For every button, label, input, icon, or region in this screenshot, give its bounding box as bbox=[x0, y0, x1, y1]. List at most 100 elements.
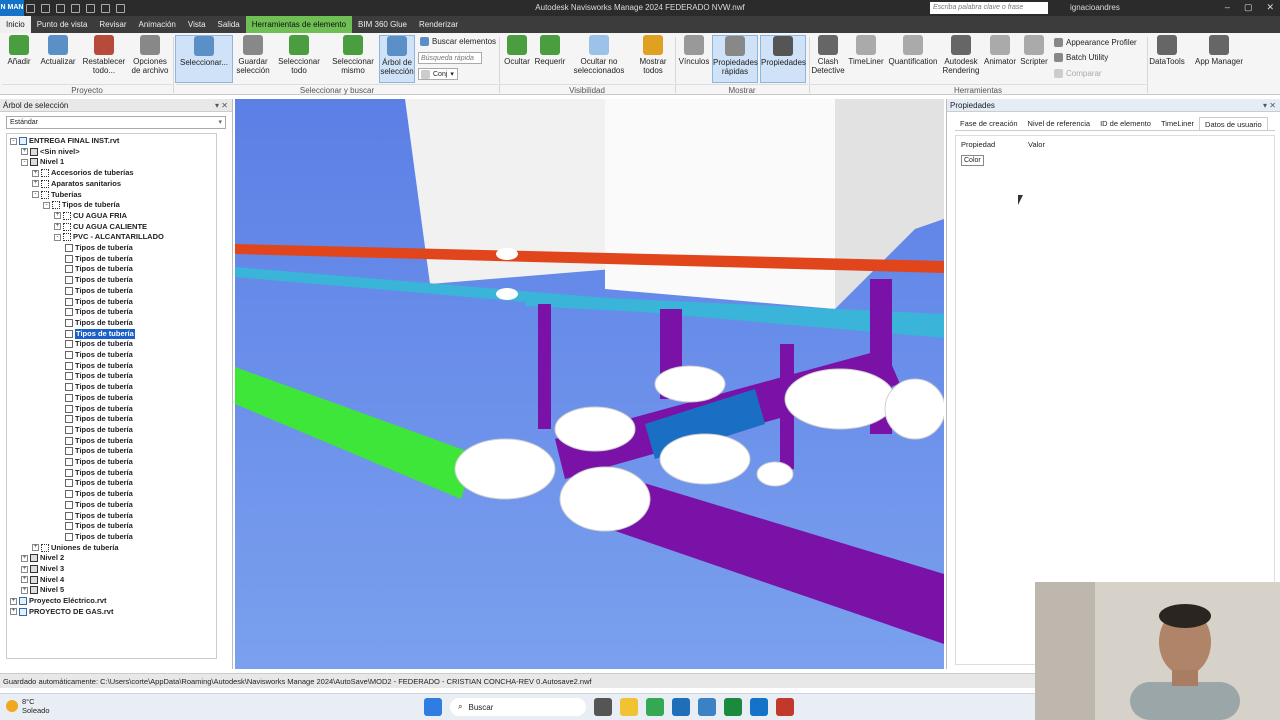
app-icon[interactable] bbox=[698, 698, 716, 716]
tree-item[interactable]: Tipos de tubería bbox=[65, 254, 133, 264]
tree-item[interactable]: Tipos de tubería bbox=[65, 307, 133, 317]
tree-mode-dropdown[interactable]: Estándar bbox=[6, 116, 226, 129]
tree-item[interactable]: + Accesorios de tuberías bbox=[32, 168, 134, 178]
tree-item[interactable]: Tipos de tubería bbox=[65, 500, 133, 510]
expand-icon[interactable]: + bbox=[32, 180, 39, 188]
expand-icon[interactable]: + bbox=[10, 608, 17, 616]
tree-item[interactable]: Tipos de tubería bbox=[65, 318, 133, 328]
close-icon[interactable]: ✕ bbox=[1266, 2, 1274, 13]
tree-item[interactable]: Tipos de tubería bbox=[65, 339, 133, 349]
datatools-button[interactable]: DataTools bbox=[1148, 35, 1186, 66]
tree-item[interactable]: Tipos de tubería bbox=[65, 361, 133, 371]
tab-nivel-de-referencia[interactable]: Nivel de referencia bbox=[1023, 117, 1096, 130]
links-button[interactable]: Vínculos bbox=[678, 35, 710, 66]
tree-item[interactable]: Tipos de tubería bbox=[65, 328, 135, 339]
tab-revisar[interactable]: Revisar bbox=[93, 16, 132, 33]
tree-item[interactable]: Tipos de tubería bbox=[65, 297, 133, 307]
tab-datos-de-usuario[interactable]: Datos de usuario bbox=[1199, 117, 1268, 130]
minimize-icon[interactable]: – bbox=[1225, 2, 1230, 13]
excel-icon[interactable] bbox=[724, 698, 742, 716]
selection-tree[interactable]: - ENTREGA FINAL INST.rvt + <Sin nivel> - Nive… bbox=[6, 133, 217, 659]
expand-icon[interactable]: + bbox=[54, 212, 61, 220]
tree-item[interactable]: Tipos de tubería bbox=[65, 532, 133, 542]
tree-item[interactable]: - Nivel 1 bbox=[21, 157, 64, 167]
tree-item[interactable]: + CU AGUA FRIA bbox=[54, 211, 127, 221]
tab-salida[interactable]: Salida bbox=[212, 16, 246, 33]
tree-item[interactable]: + <Sin nivel> bbox=[21, 147, 80, 157]
autodesk-rendering-button[interactable]: Autodesk Rendering bbox=[942, 35, 980, 75]
tree-item[interactable]: Tipos de tubería bbox=[65, 264, 133, 274]
tab-id-de-elemento[interactable]: ID de elemento bbox=[1095, 117, 1156, 130]
expand-icon[interactable]: + bbox=[54, 223, 61, 231]
add-button[interactable]: Añadir bbox=[4, 35, 34, 66]
tree-item[interactable]: + Nivel 3 bbox=[21, 564, 64, 574]
animator-button[interactable]: Animator bbox=[982, 35, 1018, 66]
tab-timeliner[interactable]: TimeLiner bbox=[1156, 117, 1199, 130]
tree-item[interactable]: - ENTREGA FINAL INST.rvt bbox=[10, 136, 119, 146]
tree-item[interactable]: Tipos de tubería bbox=[65, 511, 133, 521]
expand-icon[interactable]: + bbox=[21, 576, 28, 584]
show-all-button[interactable]: Mostrar todos bbox=[636, 35, 670, 75]
selection-tree-button[interactable]: Árbol de selección bbox=[379, 35, 415, 83]
tab-animacion[interactable]: Animación bbox=[133, 16, 182, 33]
chrome-icon[interactable] bbox=[646, 698, 664, 716]
tree-item[interactable]: Tipos de tubería bbox=[65, 393, 133, 403]
select-same-button[interactable]: Seleccionar mismo bbox=[330, 35, 376, 75]
tab-inicio[interactable]: Inicio bbox=[0, 16, 31, 33]
expand-icon[interactable]: + bbox=[32, 169, 39, 177]
tree-item[interactable]: - Tuberías bbox=[32, 190, 82, 200]
property-cell[interactable]: Color bbox=[961, 155, 984, 166]
tab-renderizar[interactable]: Renderizar bbox=[413, 16, 464, 33]
windows-start-icon[interactable] bbox=[424, 698, 442, 716]
expand-icon[interactable]: + bbox=[32, 544, 39, 552]
properties-button[interactable]: Propiedades bbox=[760, 35, 806, 83]
collapse-icon[interactable]: - bbox=[21, 158, 28, 166]
select-all-button[interactable]: Seleccionar todo bbox=[276, 35, 322, 75]
tree-item[interactable]: Tipos de tubería bbox=[65, 404, 133, 414]
clash-detective-button[interactable]: Clash Detective bbox=[810, 35, 846, 75]
scripter-button[interactable]: Scripter bbox=[1018, 35, 1050, 66]
tab-herramientas-de-elemento[interactable]: Herramientas de elemento bbox=[245, 16, 353, 33]
tree-item[interactable]: + Uniones de tubería bbox=[32, 543, 119, 553]
tree-item[interactable]: Tipos de tubería bbox=[65, 489, 133, 499]
3d-viewport[interactable] bbox=[235, 99, 944, 669]
collapse-icon[interactable]: - bbox=[43, 201, 50, 209]
tree-item[interactable]: Tipos de tubería bbox=[65, 275, 133, 285]
tree-item[interactable]: Tipos de tubería bbox=[65, 414, 133, 424]
tree-item[interactable]: + Aparatos sanitarios bbox=[32, 179, 121, 189]
tree-item[interactable]: Tipos de tubería bbox=[65, 243, 133, 253]
expand-icon[interactable]: + bbox=[10, 597, 17, 605]
tree-item[interactable]: + Nivel 5 bbox=[21, 585, 64, 595]
maximize-icon[interactable]: ▢ bbox=[1244, 2, 1253, 13]
find-items-button[interactable]: Buscar elementos bbox=[420, 37, 496, 46]
appearance-profiler-button[interactable]: Appearance Profiler bbox=[1054, 38, 1137, 47]
taskbar-search[interactable]: ⌕ Buscar bbox=[450, 698, 586, 716]
tree-item[interactable]: Tipos de tubería bbox=[65, 371, 133, 381]
tree-item[interactable]: - Tipos de tubería bbox=[43, 200, 120, 210]
quantification-button[interactable]: Quantification bbox=[886, 35, 940, 66]
collapse-icon[interactable]: - bbox=[32, 191, 39, 198]
refresh-button[interactable]: Actualizar bbox=[38, 35, 78, 66]
app-icon[interactable] bbox=[776, 698, 794, 716]
hide-button[interactable]: Ocultar bbox=[502, 35, 532, 66]
expand-icon[interactable]: + bbox=[21, 586, 28, 594]
quick-properties-button[interactable]: Propiedades rápidas bbox=[712, 35, 758, 83]
compare-button[interactable]: Comparar bbox=[1054, 69, 1102, 78]
user-name[interactable]: ignacioandres bbox=[1070, 3, 1120, 12]
task-view-icon[interactable] bbox=[594, 698, 612, 716]
model-scene[interactable] bbox=[235, 99, 944, 669]
app-icon[interactable] bbox=[672, 698, 690, 716]
tree-item[interactable]: Tipos de tubería bbox=[65, 350, 133, 360]
collapse-icon[interactable]: - bbox=[10, 137, 17, 145]
quick-find-input[interactable]: Búsqueda rápida bbox=[418, 52, 482, 64]
tree-item[interactable]: + Proyecto Eléctrico.rvt bbox=[10, 596, 107, 606]
navisworks-icon[interactable] bbox=[750, 698, 768, 716]
tree-item[interactable]: Tipos de tubería bbox=[65, 425, 133, 435]
tree-item[interactable]: + Nivel 2 bbox=[21, 553, 64, 563]
file-explorer-icon[interactable] bbox=[620, 698, 638, 716]
tree-item[interactable]: Tipos de tubería bbox=[65, 457, 133, 467]
tree-item[interactable]: Tipos de tubería bbox=[65, 468, 133, 478]
tree-item[interactable]: Tipos de tubería bbox=[65, 521, 133, 531]
weather-widget[interactable]: 8°C Soleado bbox=[6, 697, 50, 715]
file-options-button[interactable]: Opciones de archivo bbox=[130, 35, 170, 75]
